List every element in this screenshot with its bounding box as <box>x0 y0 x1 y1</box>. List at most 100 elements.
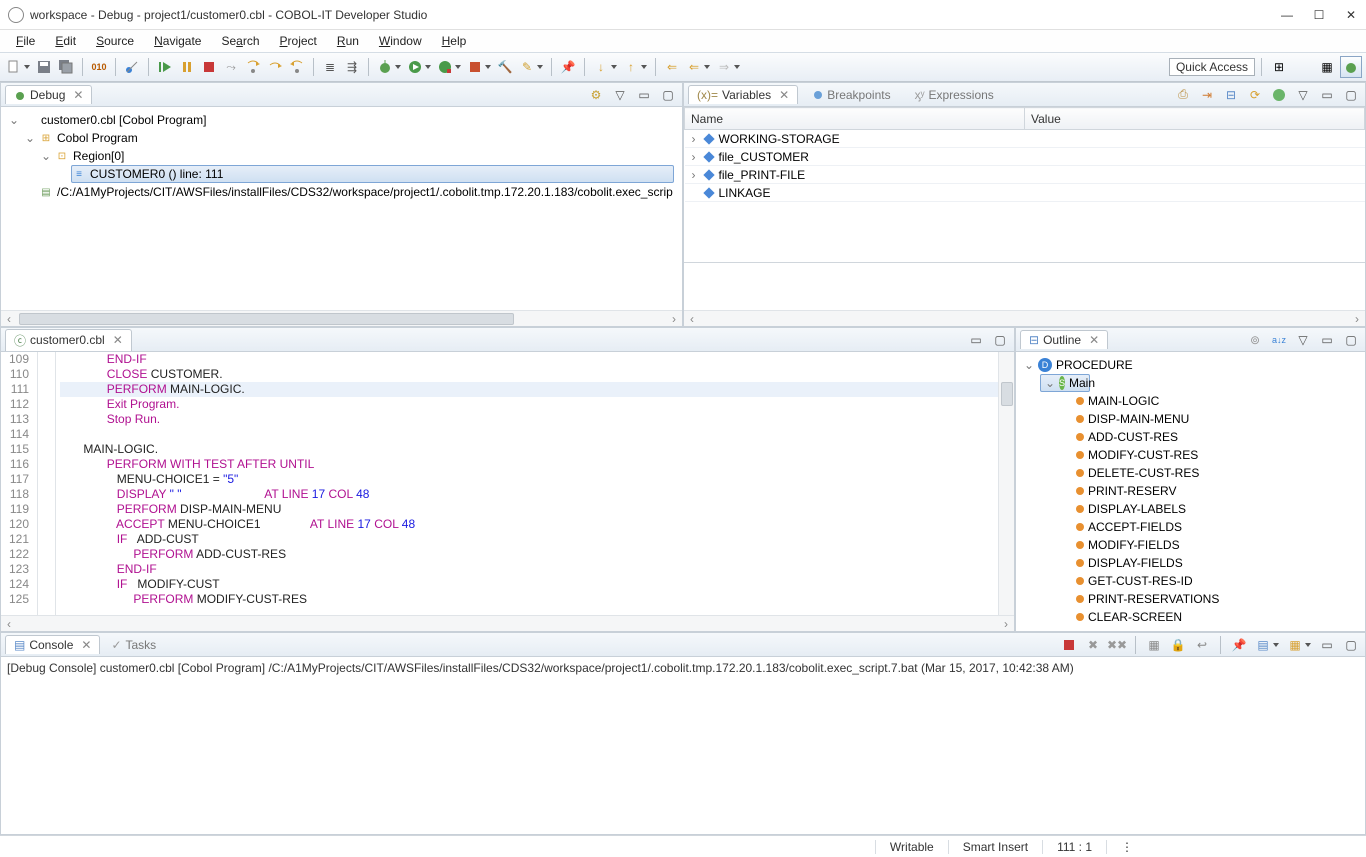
menu-help[interactable]: Help <box>434 32 475 50</box>
clear-console-button[interactable]: ▦ <box>1144 635 1164 655</box>
perspective-resource[interactable]: ▦ <box>1316 56 1338 78</box>
collapse-all-button[interactable]: ⊟ <box>1221 85 1241 105</box>
debug-root[interactable]: customer0.cbl [Cobol Program] <box>41 113 206 127</box>
variable-row[interactable]: ›file_CUSTOMER <box>689 150 1021 164</box>
view-menu-icon[interactable]: ▽ <box>610 85 630 105</box>
view-menu-icon[interactable]: ▽ <box>1293 85 1313 105</box>
debug-region[interactable]: Region[0] <box>73 149 124 163</box>
highlight-button[interactable] <box>1269 85 1289 105</box>
prev-annotation-button[interactable]: ↑ <box>621 57 641 77</box>
step-over-button[interactable] <box>265 57 285 77</box>
menu-project[interactable]: Project <box>272 32 325 50</box>
outline-tab[interactable]: ⊟Outline✕ <box>1020 330 1108 349</box>
back-history-button[interactable]: ⇐ <box>684 57 704 77</box>
open-perspective-button[interactable]: ⊞ <box>1268 56 1290 78</box>
menu-window[interactable]: Window <box>371 32 430 50</box>
col-name[interactable]: Name <box>685 108 1025 130</box>
close-icon[interactable]: ✕ <box>1089 333 1099 347</box>
close-icon[interactable]: ✕ <box>113 333 123 347</box>
maximize-icon[interactable]: ▢ <box>1341 330 1361 350</box>
outline-tree[interactable]: ⌄DPROCEDURE ⌄SMain MAIN-LOGICDISP-MAIN-M… <box>1016 352 1365 631</box>
debug-path[interactable]: /C:/A1MyProjects/CIT/AWSFiles/installFil… <box>57 185 673 199</box>
debug-tree[interactable]: ⌄customer0.cbl [Cobol Program] ⌄⊞Cobol P… <box>1 107 682 310</box>
outline-item[interactable]: PRINT-RESERVATIONS <box>1020 590 1361 608</box>
save-button[interactable] <box>34 57 54 77</box>
minimize-icon[interactable]: ▭ <box>1317 330 1337 350</box>
console-tab[interactable]: ▤Console✕ <box>5 635 100 654</box>
outline-item[interactable]: MAIN-LOGIC <box>1020 392 1361 410</box>
outline-item[interactable]: PRINT-RESERV <box>1020 482 1361 500</box>
step-into-button[interactable] <box>243 57 263 77</box>
variables-tab[interactable]: (x)=Variables✕ <box>688 85 798 104</box>
col-value[interactable]: Value <box>1025 108 1365 130</box>
outline-item[interactable]: ADD-CUST-RES <box>1020 428 1361 446</box>
build-button[interactable]: 🔨 <box>495 57 515 77</box>
outline-item[interactable]: DISPLAY-LABELS <box>1020 500 1361 518</box>
editor-tab[interactable]: ⓒcustomer0.cbl✕ <box>5 329 132 351</box>
minimize-icon[interactable]: ▭ <box>1317 85 1337 105</box>
breakpoints-tab[interactable]: Breakpoints <box>804 85 899 104</box>
variable-row[interactable]: ›WORKING-STORAGE <box>689 132 1021 146</box>
outline-root[interactable]: PROCEDURE <box>1056 358 1133 372</box>
back-button[interactable]: ⇐ <box>662 57 682 77</box>
expressions-tab[interactable]: ᶍʸExpressions <box>906 85 1003 104</box>
sort-button[interactable]: a↓z <box>1269 330 1289 350</box>
maximize-button[interactable]: ☐ <box>1312 8 1326 22</box>
suspend-button[interactable] <box>177 57 197 77</box>
menu-run[interactable]: Run <box>329 32 367 50</box>
minimize-button[interactable]: — <box>1280 8 1294 22</box>
maximize-icon[interactable]: ▢ <box>1341 635 1361 655</box>
terminate-button[interactable] <box>199 57 219 77</box>
use-step-filters-button[interactable]: ⇶ <box>342 57 362 77</box>
tasks-tab[interactable]: ✓Tasks <box>102 635 165 654</box>
console-body[interactable]: [Debug Console] customer0.cbl [Cobol Pro… <box>1 657 1365 834</box>
remove-launch-button[interactable]: ✖ <box>1083 635 1103 655</box>
variable-row[interactable]: ›file_PRINT-FILE <box>689 168 1021 182</box>
terminate-console-button[interactable] <box>1059 635 1079 655</box>
pin-console-button[interactable]: 📌 <box>1229 635 1249 655</box>
outline-item[interactable]: DISP-MAIN-MENU <box>1020 410 1361 428</box>
coverage-button[interactable] <box>435 57 455 77</box>
drop-to-frame-button[interactable]: ≣ <box>320 57 340 77</box>
menu-edit[interactable]: Edit <box>47 32 84 50</box>
menu-navigate[interactable]: Navigate <box>146 32 209 50</box>
disconnect-button[interactable]: ⤳ <box>221 57 241 77</box>
perspective-debug[interactable] <box>1340 56 1362 78</box>
code-area[interactable]: END-IF CLOSE CUSTOMER. PERFORM MAIN-LOGI… <box>56 352 998 615</box>
open-console-button[interactable]: ▦ <box>1285 635 1305 655</box>
resume-button[interactable] <box>155 57 175 77</box>
skip-breakpoints-button[interactable] <box>122 57 142 77</box>
quick-access[interactable]: Quick Access <box>1169 58 1255 76</box>
menu-file[interactable]: File <box>8 32 43 50</box>
outline-item[interactable]: ACCEPT-FIELDS <box>1020 518 1361 536</box>
outline-main[interactable]: Main <box>1069 376 1095 390</box>
debug-tab[interactable]: Debug✕ <box>5 85 92 104</box>
maximize-icon[interactable]: ▢ <box>658 85 678 105</box>
outline-item[interactable]: DISPLAY-FIELDS <box>1020 554 1361 572</box>
vars-scroll-x[interactable]: ‹› <box>684 310 1365 326</box>
ext-tools-button[interactable] <box>465 57 485 77</box>
outline-item[interactable]: CLEAR-SCREEN <box>1020 608 1361 626</box>
save-all-button[interactable] <box>56 57 76 77</box>
debug-view-menu-button[interactable]: ⚙ <box>586 85 606 105</box>
debug-scroll-x[interactable]: ‹› <box>1 310 682 326</box>
pin-button[interactable]: 📌 <box>558 57 578 77</box>
word-wrap-button[interactable]: ↩ <box>1192 635 1212 655</box>
close-button[interactable]: ✕ <box>1344 8 1358 22</box>
run-menu-button[interactable] <box>405 57 425 77</box>
scroll-lock-button[interactable]: 🔒 <box>1168 635 1188 655</box>
minimize-icon[interactable]: ▭ <box>966 330 986 350</box>
editor-scroll-x[interactable]: ‹› <box>1 615 1014 631</box>
variables-table[interactable]: Name Value ›WORKING-STORAGE ›file_CUSTOME… <box>684 107 1365 202</box>
outline-item[interactable]: MODIFY-CUST-RES <box>1020 446 1361 464</box>
close-icon[interactable]: ✕ <box>73 88 83 102</box>
menu-source[interactable]: Source <box>88 32 142 50</box>
focus-button[interactable]: ⊚ <box>1245 330 1265 350</box>
editor-scroll-y[interactable] <box>998 352 1014 615</box>
minimize-icon[interactable]: ▭ <box>1317 635 1337 655</box>
debug-program[interactable]: Cobol Program <box>57 131 138 145</box>
step-return-button[interactable] <box>287 57 307 77</box>
variable-row[interactable]: LINKAGE <box>689 186 1021 200</box>
wizard-button[interactable]: ✎ <box>517 57 537 77</box>
remove-all-button[interactable]: ✖✖ <box>1107 635 1127 655</box>
